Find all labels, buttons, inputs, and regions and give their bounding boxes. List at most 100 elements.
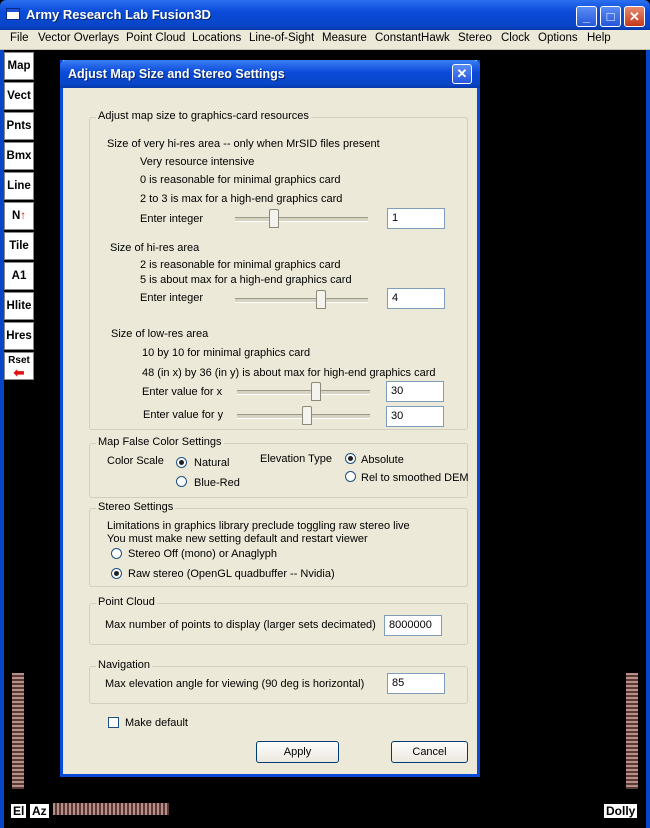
elevation-slider-right[interactable]: [626, 673, 638, 789]
make-default-checkbox[interactable]: [108, 717, 119, 728]
menu-options[interactable]: Options: [538, 32, 578, 44]
menu-bar: File Vector Overlays Point Cloud Locatio…: [0, 30, 650, 50]
azimuth-slider[interactable]: [53, 803, 169, 815]
tool-line-button[interactable]: Line: [4, 172, 34, 200]
lowres-note2: 48 (in x) by 36 (in y) is about max for …: [142, 367, 436, 379]
tool-map-button[interactable]: Map: [4, 52, 34, 80]
el-label: El: [10, 803, 28, 819]
absolute-label[interactable]: Absolute: [361, 454, 404, 466]
close-icon: ✕: [456, 66, 468, 81]
reset-arrow-icon: ⬅: [13, 365, 25, 380]
menu-file[interactable]: File: [10, 32, 29, 44]
raw-stereo-label[interactable]: Raw stereo (OpenGL quadbuffer -- Nvidia): [128, 568, 335, 580]
cancel-button[interactable]: Cancel: [391, 741, 468, 763]
hires-note2: 5 is about max for a high-end graphics c…: [140, 274, 352, 286]
rel-smoothed-radio[interactable]: [345, 471, 356, 482]
max-points-label: Max number of points to display (larger …: [105, 619, 376, 631]
tool-vect-button[interactable]: Vect: [4, 82, 34, 110]
tool-bmx-button[interactable]: Bmx: [4, 142, 34, 170]
lowres-note1: 10 by 10 for minimal graphics card: [142, 347, 311, 359]
very-hires-note3: 2 to 3 is max for a high-end graphics ca…: [140, 193, 343, 205]
menu-line-of-sight[interactable]: Line-of-Sight: [249, 32, 314, 44]
blue-red-radio[interactable]: [176, 476, 187, 487]
hires-label: Enter integer: [140, 292, 203, 304]
lowres-x-slider[interactable]: [237, 382, 370, 402]
menu-stereo[interactable]: Stereo: [458, 32, 492, 44]
hires-heading: Size of hi-res area: [110, 242, 200, 254]
hires-slider[interactable]: [235, 290, 368, 310]
menu-locations[interactable]: Locations: [192, 32, 241, 44]
menu-measure[interactable]: Measure: [322, 32, 367, 44]
slider-thumb[interactable]: [302, 406, 312, 425]
close-icon: ✕: [629, 9, 640, 24]
stereo-off-label[interactable]: Stereo Off (mono) or Anaglyph: [128, 548, 277, 560]
dialog-title: Adjust Map Size and Stereo Settings: [68, 67, 285, 81]
false-color-legend: Map False Color Settings: [96, 436, 224, 448]
minimize-button[interactable]: _: [576, 6, 597, 27]
stereo-note2: You must make new setting default and re…: [107, 533, 368, 545]
slider-thumb[interactable]: [269, 209, 279, 228]
maximize-icon: □: [606, 9, 615, 24]
menu-help[interactable]: Help: [587, 32, 611, 44]
very-hires-label: Enter integer: [140, 213, 203, 225]
maximize-button[interactable]: □: [600, 6, 621, 27]
make-default-label[interactable]: Make default: [125, 717, 188, 729]
tool-tile-button[interactable]: Tile: [4, 232, 34, 260]
menu-vector-overlays[interactable]: Vector Overlays: [38, 32, 119, 44]
tool-rset-button[interactable]: Rset ⬅: [4, 352, 34, 380]
lowres-y-input[interactable]: 30: [386, 406, 444, 427]
very-hires-note2: 0 is reasonable for minimal graphics car…: [140, 174, 341, 186]
dialog-close-button[interactable]: ✕: [452, 64, 472, 84]
lowres-y-label: Enter value for y: [143, 409, 224, 421]
menu-clock[interactable]: Clock: [501, 32, 530, 44]
tool-north-button[interactable]: N↑: [4, 202, 34, 230]
point-cloud-legend: Point Cloud: [96, 596, 157, 608]
tool-pnts-button[interactable]: Pnts: [4, 112, 34, 140]
hires-input[interactable]: 4: [387, 288, 445, 309]
north-arrow-icon: N↑: [11, 210, 27, 222]
very-hires-input[interactable]: 1: [387, 208, 445, 229]
lowres-heading: Size of low-res area: [111, 328, 209, 340]
app-title: Army Research Lab Fusion3D: [26, 7, 211, 22]
hires-note1: 2 is reasonable for minimal graphics car…: [140, 259, 341, 271]
blue-red-label[interactable]: Blue-Red: [194, 477, 240, 489]
lowres-x-input[interactable]: 30: [386, 381, 444, 402]
max-elevation-label: Max elevation angle for viewing (90 deg …: [105, 678, 365, 690]
rel-smoothed-label[interactable]: Rel to smoothed DEM: [361, 472, 469, 484]
menu-point-cloud[interactable]: Point Cloud: [126, 32, 185, 44]
tool-hlite-button[interactable]: Hlite: [4, 292, 34, 320]
lowres-y-slider[interactable]: [237, 406, 370, 426]
natural-radio[interactable]: [176, 457, 187, 468]
dolly-label: Dolly: [603, 803, 639, 819]
stereo-legend: Stereo Settings: [96, 501, 176, 513]
raw-stereo-radio[interactable]: [111, 568, 122, 579]
natural-label[interactable]: Natural: [194, 457, 229, 469]
color-scale-label: Color Scale: [107, 455, 164, 467]
minimize-icon: _: [582, 9, 591, 24]
close-button[interactable]: ✕: [624, 6, 645, 27]
very-hires-note1: Very resource intensive: [140, 156, 255, 168]
stereo-off-radio[interactable]: [111, 548, 122, 559]
dialog-titlebar: Adjust Map Size and Stereo Settings ✕: [60, 60, 480, 88]
apply-button[interactable]: Apply: [256, 741, 339, 763]
app-titlebar: Army Research Lab Fusion3D _ □ ✕: [0, 0, 650, 30]
navigation-legend: Navigation: [96, 659, 152, 671]
app-icon: [6, 8, 20, 20]
false-color-group: Map False Color Settings: [89, 436, 468, 498]
absolute-radio[interactable]: [345, 453, 356, 464]
elevation-type-label: Elevation Type: [260, 453, 332, 465]
map-size-legend: Adjust map size to graphics-card resourc…: [96, 110, 311, 122]
very-hires-heading: Size of very hi-res area -- only when Mr…: [107, 138, 380, 150]
tool-a1-button[interactable]: A1: [4, 262, 34, 290]
slider-thumb[interactable]: [311, 382, 321, 401]
elevation-slider-left[interactable]: [12, 673, 24, 789]
lowres-x-label: Enter value for x: [142, 386, 223, 398]
max-elevation-input[interactable]: 85: [387, 673, 445, 694]
settings-dialog: Adjust Map Size and Stereo Settings ✕ Ad…: [60, 60, 480, 777]
max-points-input[interactable]: 8000000: [384, 615, 442, 636]
very-hires-slider[interactable]: [235, 209, 368, 229]
slider-thumb[interactable]: [316, 290, 326, 309]
menu-constanthawk[interactable]: ConstantHawk: [375, 32, 450, 44]
tool-hres-button[interactable]: Hres: [4, 322, 34, 350]
az-label: Az: [29, 803, 50, 819]
